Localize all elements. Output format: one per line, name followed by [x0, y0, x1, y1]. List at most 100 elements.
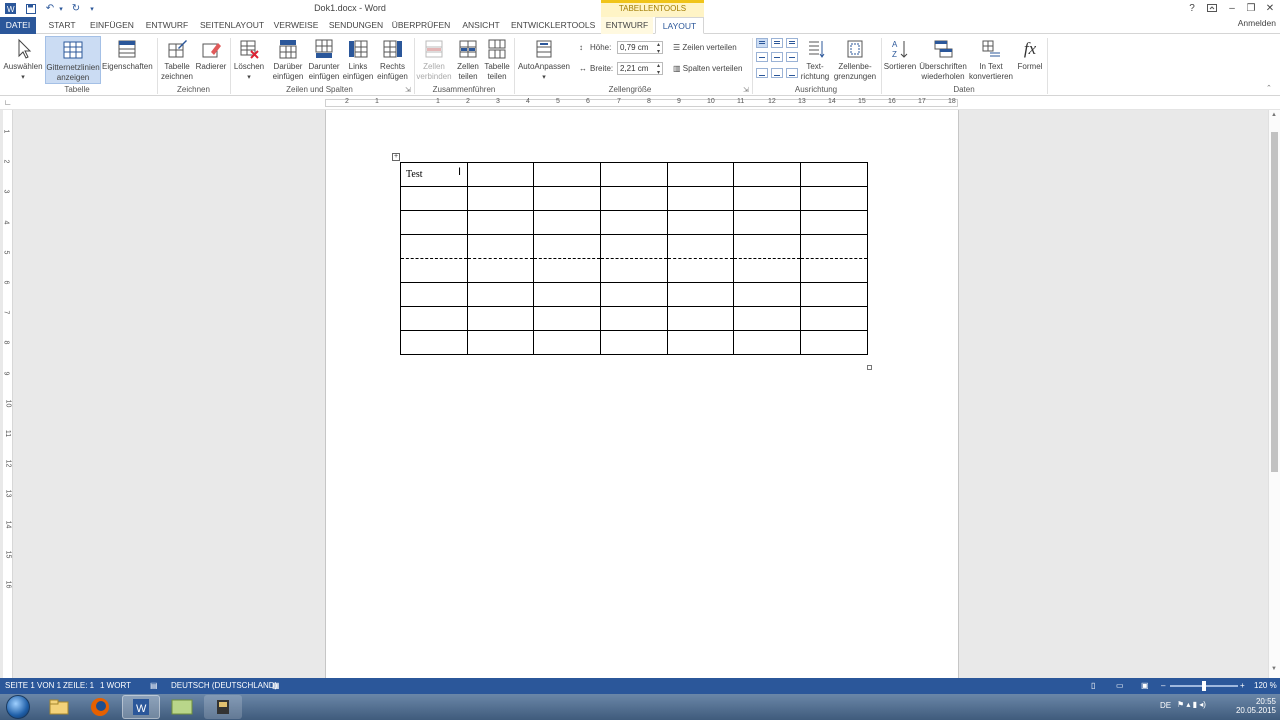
table-row[interactable] — [400, 258, 868, 283]
properties-button[interactable]: Eigenschaften — [102, 36, 153, 84]
horizontal-ruler[interactable]: ∟ 2 1 1 2 3 4 5 6 7 8 9 10 11 12 13 14 15 16 17 18 — [0, 96, 1280, 110]
notes-taskbar-icon[interactable] — [163, 695, 201, 719]
distribute-rows-button[interactable]: ☰ Zeilen verteilen — [673, 43, 737, 52]
table-cell[interactable] — [400, 258, 468, 283]
table-cell[interactable] — [733, 234, 802, 259]
tab-page-layout[interactable]: SEITENLAYOUT — [197, 17, 267, 34]
start-button-icon[interactable] — [6, 695, 30, 719]
print-layout-icon[interactable]: ▭ — [1116, 681, 1124, 690]
language-indicator[interactable]: DEUTSCH (DEUTSCHLAND) — [171, 681, 277, 690]
table-row[interactable] — [400, 210, 868, 235]
view-gridlines-button[interactable]: Gitternetzlinien anzeigen — [45, 36, 101, 84]
align-bottom-left-button[interactable] — [756, 68, 768, 78]
table-cell[interactable] — [666, 186, 735, 211]
table-row[interactable] — [400, 330, 868, 355]
width-spinner-icon[interactable]: ▴ ▾ — [657, 62, 660, 76]
page-count[interactable]: SEITE 1 VON 1 — [5, 681, 61, 690]
macro-recording-icon[interactable]: ▦ — [272, 681, 280, 690]
align-top-right-button[interactable] — [786, 38, 798, 48]
table-cell[interactable] — [800, 234, 868, 259]
table-cell[interactable] — [466, 186, 535, 211]
table-cell[interactable] — [533, 162, 602, 187]
tab-developer[interactable]: ENTWICKLERTOOLS — [511, 17, 595, 34]
split-table-button[interactable]: Tabelle teilen — [482, 36, 512, 84]
table-cell[interactable] — [733, 282, 802, 307]
recorder-taskbar-icon[interactable] — [204, 695, 242, 719]
dialog-launcher-icon[interactable]: ⇲ — [405, 86, 411, 94]
table-row[interactable] — [400, 234, 868, 259]
align-top-center-button[interactable] — [771, 38, 783, 48]
table-cell[interactable] — [600, 210, 668, 235]
table-cell[interactable] — [733, 258, 802, 283]
tab-selector-icon[interactable]: ∟ — [4, 98, 12, 107]
table-move-handle-icon[interactable]: + — [392, 153, 400, 161]
table-cell[interactable] — [800, 306, 868, 331]
dialog-launcher-icon[interactable]: ⇲ — [743, 86, 749, 94]
sort-button[interactable]: AZ Sortieren — [883, 36, 917, 84]
scroll-down-icon[interactable]: ▼ — [1271, 666, 1277, 672]
restore-button[interactable]: ❐ — [1244, 2, 1258, 14]
insert-below-button[interactable]: Darunter einfügen — [306, 36, 342, 84]
align-bottom-right-button[interactable] — [786, 68, 798, 78]
table-cell[interactable] — [466, 282, 535, 307]
zoom-out-icon[interactable]: – — [1161, 681, 1165, 690]
convert-to-text-button[interactable]: In Text konvertieren — [968, 36, 1014, 84]
web-layout-icon[interactable]: ▣ — [1141, 681, 1149, 690]
select-button[interactable]: Auswählen ▾ — [2, 36, 44, 84]
firefox-taskbar-icon[interactable] — [81, 695, 119, 719]
table-cell[interactable] — [533, 306, 602, 331]
table-cell[interactable] — [800, 186, 868, 211]
table-row[interactable]: Test — [400, 162, 868, 187]
table-cell[interactable] — [733, 330, 802, 355]
insert-left-button[interactable]: Links einfügen — [342, 36, 374, 84]
table-row[interactable] — [400, 282, 868, 307]
minimize-button[interactable]: – — [1225, 2, 1239, 14]
tab-file[interactable]: DATEI — [0, 17, 36, 34]
zoom-slider-thumb[interactable] — [1202, 681, 1206, 691]
help-button[interactable]: ? — [1185, 2, 1199, 14]
tab-view[interactable]: ANSICHT — [457, 17, 505, 34]
merge-cells-button[interactable]: Zellen verbinden — [416, 36, 452, 84]
table-cell[interactable] — [466, 258, 535, 283]
proofing-icon[interactable]: ▤ — [150, 681, 158, 690]
table-resize-handle[interactable] — [867, 365, 872, 370]
table-cell[interactable] — [400, 282, 468, 307]
vertical-scrollbar[interactable]: ▲ ▼ — [1268, 110, 1280, 678]
table-cell[interactable] — [800, 282, 868, 307]
zoom-level[interactable]: 120 % — [1254, 681, 1277, 690]
input-language[interactable]: DE — [1160, 701, 1171, 710]
table-cell[interactable] — [466, 162, 535, 187]
table-cell[interactable] — [466, 306, 535, 331]
autofit-button[interactable]: AutoAnpassen ▾ — [516, 36, 572, 84]
draw-table-button[interactable]: Tabelle zeichnen — [160, 36, 194, 84]
align-bottom-center-button[interactable] — [771, 68, 783, 78]
word-taskbar-icon[interactable]: W — [122, 695, 160, 719]
tab-review[interactable]: ÜBERPRÜFEN — [391, 17, 451, 34]
ribbon-display-options-icon[interactable] — [1205, 2, 1219, 14]
table-cell[interactable] — [666, 234, 735, 259]
table-cell[interactable] — [800, 162, 868, 187]
repeat-header-rows-button[interactable]: Überschriften wiederholen — [918, 36, 968, 84]
document-table[interactable]: Test — [400, 162, 868, 355]
table-cell[interactable] — [666, 162, 735, 187]
align-top-left-button[interactable] — [756, 38, 768, 48]
table-cell[interactable] — [400, 234, 468, 259]
table-cell[interactable] — [533, 282, 602, 307]
table-cell[interactable] — [666, 210, 735, 235]
sign-in-link[interactable]: Anmelden — [1238, 18, 1276, 28]
vertical-ruler[interactable]: 1 2 3 4 5 6 7 8 9 10 11 12 13 14 15 16 — [2, 110, 13, 678]
tray-icons[interactable]: ⚑ ▴ ▮ ◂) — [1177, 700, 1206, 709]
zoom-in-icon[interactable]: + — [1240, 681, 1245, 690]
scrollbar-thumb[interactable] — [1271, 132, 1278, 472]
table-cell[interactable] — [466, 210, 535, 235]
table-cell[interactable] — [666, 330, 735, 355]
tab-table-design[interactable]: ENTWURF — [601, 17, 653, 34]
tab-mailings[interactable]: SENDUNGEN — [327, 17, 385, 34]
distribute-columns-button[interactable]: ▥ Spalten verteilen — [673, 64, 742, 73]
eraser-button[interactable]: Radierer — [195, 36, 227, 84]
tab-start[interactable]: START — [42, 17, 82, 34]
formula-button[interactable]: fx Formel — [1015, 36, 1045, 84]
collapse-ribbon-icon[interactable]: ⌃ — [1266, 84, 1272, 92]
table-cell[interactable] — [800, 258, 868, 283]
table-row[interactable] — [400, 186, 868, 211]
